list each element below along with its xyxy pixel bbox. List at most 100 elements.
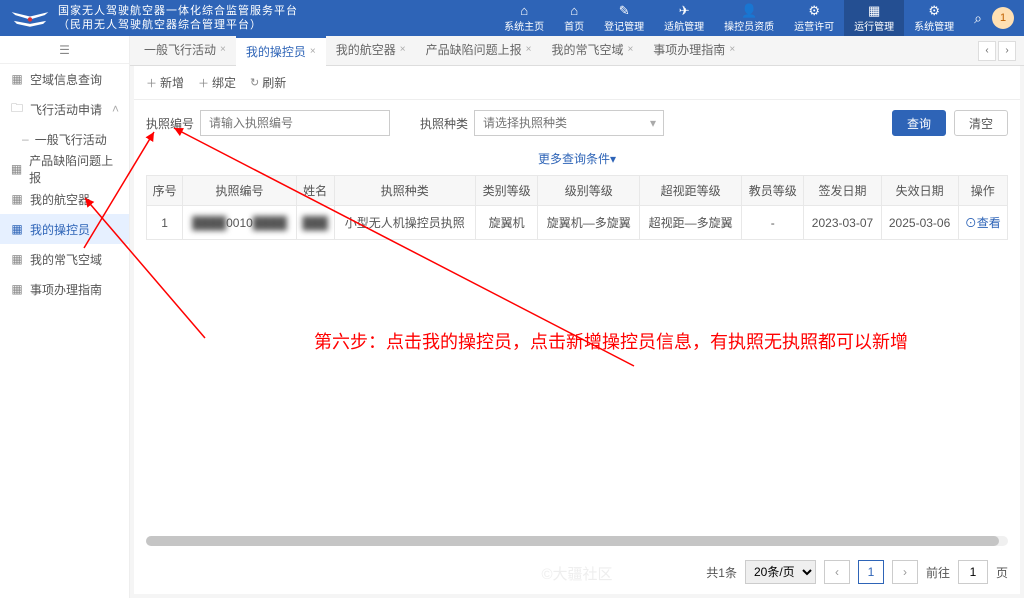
sidebar-item[interactable]: ▦ 事项办理指南 xyxy=(0,274,129,304)
toolbar: ＋新增 ＋绑定 ↻刷新 xyxy=(134,66,1020,100)
tab[interactable]: 事项办理指南 × xyxy=(643,36,745,64)
nav-label: 系统主页 xyxy=(504,18,544,33)
tab[interactable]: 我的航空器× xyxy=(326,36,416,64)
nav-icon: ⚙ xyxy=(808,4,820,17)
sidebar-item[interactable]: ▦ 我的常飞空域 xyxy=(0,244,129,274)
header-title-1: 国家无人驾驶航空器一体化综合监管服务平台 xyxy=(58,4,298,18)
sidebar-item[interactable]: ▦我的航空器 xyxy=(0,184,129,214)
sidebar-collapse-icon[interactable]: ☰ xyxy=(0,36,129,64)
nav-label: 首页 xyxy=(564,18,584,33)
refresh-button[interactable]: ↻刷新 xyxy=(250,74,286,91)
tab[interactable]: 我的操控员 × xyxy=(236,36,326,66)
cell-cat: 旋翼机 xyxy=(475,206,537,240)
top-nav-item[interactable]: ⚙运营许可 xyxy=(784,0,844,36)
column-header: 级别等级 xyxy=(538,176,640,206)
tab[interactable]: 一般飞行活动× xyxy=(134,36,236,64)
nav-icon: ✈ xyxy=(679,4,690,17)
sidebar-item-icon: ▦ xyxy=(10,72,24,86)
cell-idx: 1 xyxy=(147,206,183,240)
close-icon[interactable]: × xyxy=(220,44,226,55)
column-header: 执照种类 xyxy=(334,176,475,206)
nav-label: 操控员资质 xyxy=(724,18,774,33)
cell-name: ███ xyxy=(296,206,334,240)
close-icon[interactable]: × xyxy=(526,44,532,55)
top-nav-item[interactable]: ⌂系统主页 xyxy=(494,0,554,36)
pager-next-icon[interactable]: › xyxy=(892,560,918,584)
close-icon[interactable]: × xyxy=(627,44,633,55)
sidebar-item-icon: ▦ xyxy=(10,192,24,206)
cell-bvlos: 超视距—多旋翼 xyxy=(640,206,742,240)
more-conditions-toggle[interactable]: 更多查询条件▾ xyxy=(134,146,1020,175)
close-icon[interactable]: × xyxy=(310,46,316,57)
top-nav: ⌂系统主页⌂首页✎登记管理✈适航管理👤操控员资质⚙运营许可▦运行管理⚙系统管理 xyxy=(494,0,964,36)
goto-suffix: 页 xyxy=(996,564,1008,581)
search-icon[interactable]: ⌕ xyxy=(974,10,982,27)
sidebar-item[interactable]: ▦我的操控员 xyxy=(0,214,129,244)
top-nav-item[interactable]: ✈适航管理 xyxy=(654,0,714,36)
data-table: 序号执照编号姓名执照种类类别等级级别等级超视距等级教员等级签发日期失效日期操作 … xyxy=(146,175,1008,240)
column-header: 超视距等级 xyxy=(640,176,742,206)
tab-scroll-right-icon[interactable]: › xyxy=(998,41,1016,61)
sidebar-item-icon: ▦ xyxy=(10,282,24,296)
query-button[interactable]: 查询 xyxy=(892,110,946,136)
nav-icon: 👤 xyxy=(741,4,757,17)
cell-instr: - xyxy=(742,206,804,240)
nav-label: 系统管理 xyxy=(914,18,954,33)
total-text: 共1条 xyxy=(706,564,737,581)
tab[interactable]: 我的常飞空域× xyxy=(541,36,643,64)
sidebar-item[interactable]: ▦产品缺陷问题上报 xyxy=(0,154,129,184)
avatar[interactable]: 1 xyxy=(992,7,1014,29)
view-link[interactable]: ⊙查看 xyxy=(965,216,1001,230)
cell-license: ████0010████ xyxy=(183,206,297,240)
sidebar-item-label: 产品缺陷问题上报 xyxy=(29,152,119,186)
tab-scroll-left-icon[interactable]: ‹ xyxy=(978,41,996,61)
main-area: 一般飞行活动×我的操控员×我的航空器×产品缺陷问题上报×我的常飞空域×事项办理指… xyxy=(130,36,1024,598)
top-nav-item[interactable]: ⌂首页 xyxy=(554,0,594,36)
search-row: 执照编号 执照种类 ▾ 查询 清空 xyxy=(134,100,1020,146)
sidebar-item-label: 飞行活动申请 xyxy=(30,101,102,118)
column-header: 失效日期 xyxy=(881,176,958,206)
nav-icon: ⌂ xyxy=(570,4,578,17)
tab-label: 我的操控员 xyxy=(246,43,306,60)
sidebar-item-icon: ▦ xyxy=(10,222,24,236)
page-size-select[interactable]: 20条/页 xyxy=(745,560,816,584)
sidebar-item[interactable]: ▦ 空域信息查询 xyxy=(0,64,129,94)
pager-prev-icon[interactable]: ‹ xyxy=(824,560,850,584)
nav-label: 适航管理 xyxy=(664,18,704,33)
goto-input[interactable] xyxy=(958,560,988,584)
horizontal-scrollbar[interactable] xyxy=(146,536,1008,546)
nav-icon: ✎ xyxy=(619,4,630,17)
column-header: 执照编号 xyxy=(183,176,297,206)
tab-label: 事项办理指南 xyxy=(653,41,725,58)
pager-page-1[interactable]: 1 xyxy=(858,560,884,584)
top-nav-item[interactable]: 👤操控员资质 xyxy=(714,0,784,36)
goto-label: 前往 xyxy=(926,564,950,581)
column-header: 签发日期 xyxy=(804,176,881,206)
top-nav-item[interactable]: ⚙系统管理 xyxy=(904,0,964,36)
sidebar-item-label: 一般飞行活动 xyxy=(35,131,107,148)
add-button[interactable]: ＋新增 xyxy=(146,74,184,91)
reset-button[interactable]: 清空 xyxy=(954,110,1008,136)
license-no-label: 执照编号 xyxy=(146,115,194,132)
app-header: 国家无人驾驶航空器一体化综合监管服务平台 （民用无人驾驶航空器综合管理平台） ⌂… xyxy=(0,0,1024,36)
top-nav-item[interactable]: ✎登记管理 xyxy=(594,0,654,36)
sidebar-item-label: 我的常飞空域 xyxy=(30,251,102,268)
sidebar-item-icon: ▦ xyxy=(10,252,24,266)
sidebar-item-label: 空域信息查询 xyxy=(30,71,102,88)
tab-label: 产品缺陷问题上报 xyxy=(426,41,522,58)
column-header: 类别等级 xyxy=(475,176,537,206)
bind-button[interactable]: ＋绑定 xyxy=(198,74,236,91)
sidebar-item-label: 事项办理指南 xyxy=(30,281,102,298)
close-icon[interactable]: × xyxy=(729,44,735,55)
cell-level: 旋翼机—多旋翼 xyxy=(538,206,640,240)
close-icon[interactable]: × xyxy=(400,44,406,55)
sidebar-item[interactable]: 🗀飞行活动申请˄ xyxy=(0,94,129,124)
chevron-down-icon[interactable]: ▾ xyxy=(650,116,656,130)
top-nav-item[interactable]: ▦运行管理 xyxy=(844,0,904,36)
license-type-select[interactable] xyxy=(474,110,664,136)
tab[interactable]: 产品缺陷问题上报 × xyxy=(416,36,542,64)
sidebar-item[interactable]: –一般飞行活动 xyxy=(0,124,129,154)
license-no-input[interactable] xyxy=(200,110,390,136)
cell-action: ⊙查看 xyxy=(958,206,1007,240)
nav-label: 登记管理 xyxy=(604,18,644,33)
